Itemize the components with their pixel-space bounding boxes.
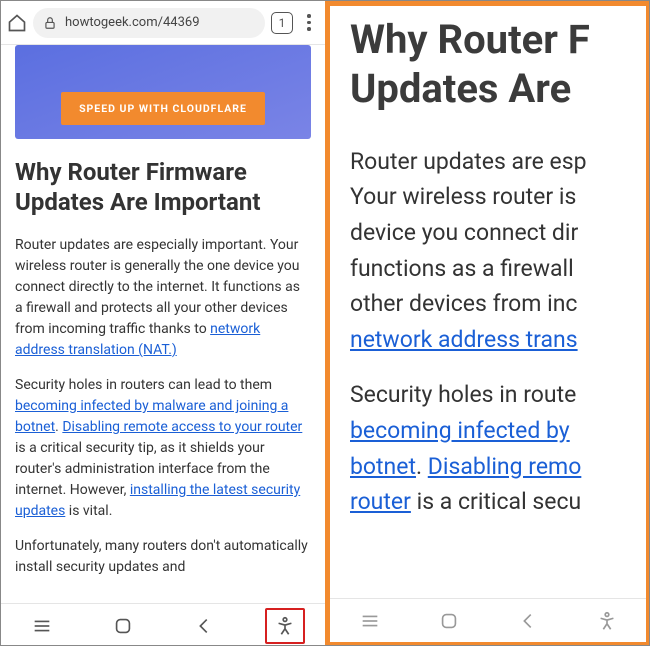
android-nav-bar-zoom <box>330 598 646 642</box>
home-button[interactable] <box>429 604 469 638</box>
comparison-stage: howtogeek.com/44369 1 SPEED UP WITH CLOU… <box>0 0 650 646</box>
zoom-link-remote[interactable]: Disabling remo <box>428 453 582 480</box>
url-field[interactable]: howtogeek.com/44369 <box>33 8 265 38</box>
recents-button[interactable] <box>22 609 62 643</box>
lock-icon <box>43 16 57 30</box>
zoom-paragraph-1: Router updates are esp Your wireless rou… <box>350 144 646 358</box>
home-button[interactable] <box>103 609 143 643</box>
page-content: SPEED UP WITH CLOUDFLARE Why Router Firm… <box>1 45 325 603</box>
home-icon[interactable] <box>7 13 27 33</box>
url-text: howtogeek.com/44369 <box>65 15 200 30</box>
link-remote-access[interactable]: Disabling remote access to your router <box>62 419 302 435</box>
article-paragraph-1: Router updates are especially important.… <box>15 235 311 361</box>
accessibility-icon <box>274 615 296 637</box>
zoom-heading: Why Router F Updates Are <box>350 16 646 114</box>
zoom-paragraph-2: Security holes in route becoming infecte… <box>350 377 646 520</box>
phone-normal: howtogeek.com/44369 1 SPEED UP WITH CLOU… <box>1 1 325 646</box>
accessibility-button[interactable] <box>587 604 627 638</box>
recents-button[interactable] <box>350 604 390 638</box>
overflow-menu-icon[interactable] <box>299 14 319 31</box>
back-button[interactable] <box>184 609 224 643</box>
zoom-link-botnet[interactable]: becoming infected by <box>350 417 570 444</box>
banner-cta-button[interactable]: SPEED UP WITH CLOUDFLARE <box>61 92 265 125</box>
accessibility-button[interactable] <box>265 608 305 644</box>
browser-address-bar: howtogeek.com/44369 1 <box>1 1 325 45</box>
phone-zoomed: Why Router F Updates Are Router updates … <box>325 1 650 646</box>
tab-count-button[interactable]: 1 <box>271 12 293 34</box>
back-button[interactable] <box>508 604 548 638</box>
article-paragraph-2: Security holes in routers can lead to th… <box>15 375 311 522</box>
zoom-link-nat[interactable]: network address trans <box>350 326 578 353</box>
article-paragraph-3: Unfortunately, many routers don't automa… <box>15 536 311 578</box>
ad-banner: SPEED UP WITH CLOUDFLARE <box>15 45 311 139</box>
android-nav-bar <box>1 603 325 646</box>
article-heading: Why Router Firmware Updates Are Importan… <box>15 157 311 217</box>
